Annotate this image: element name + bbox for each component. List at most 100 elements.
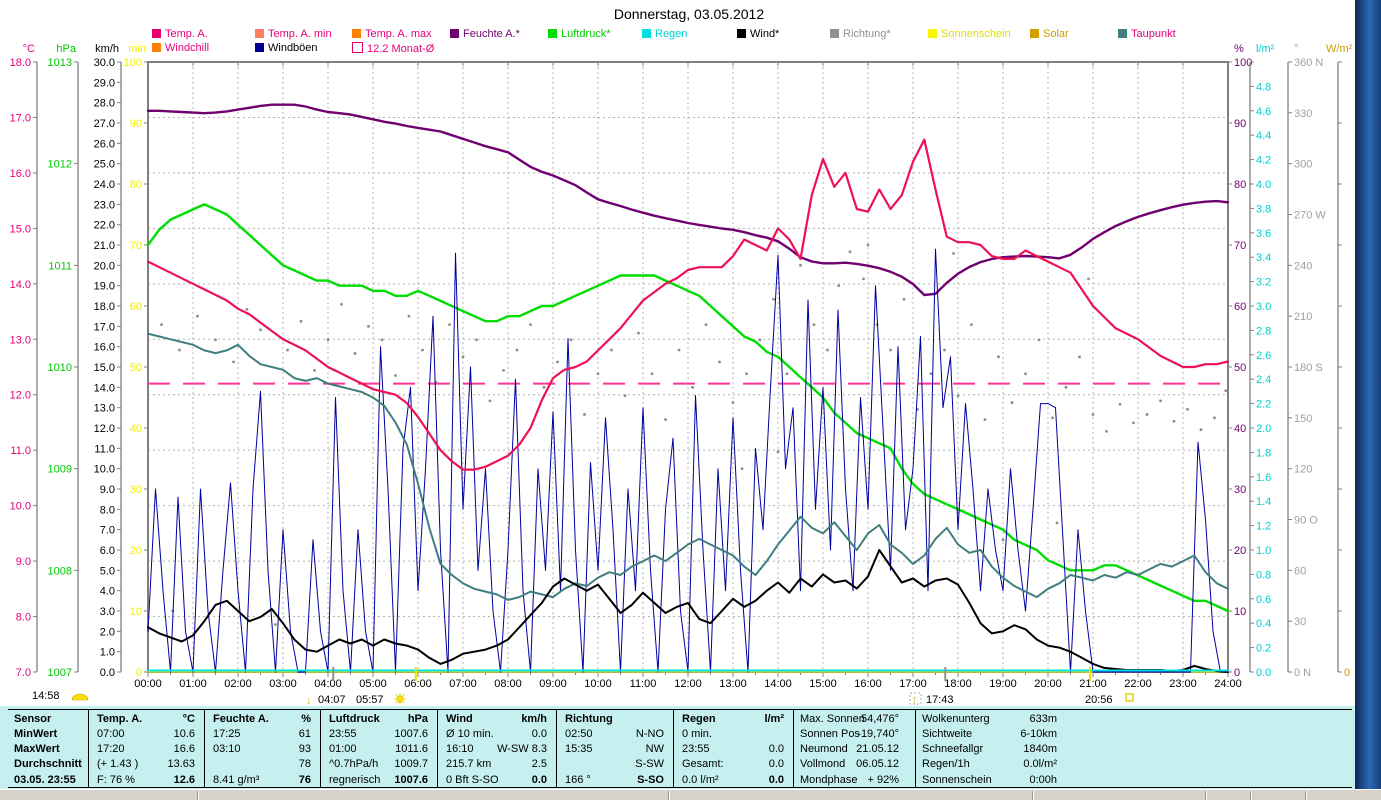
temp-a-min-swatch-icon [255, 29, 264, 38]
svg-text:1.8: 1.8 [1256, 447, 1271, 459]
svg-text:20:00: 20:00 [1034, 678, 1062, 690]
svg-text:4.4: 4.4 [1256, 130, 1271, 142]
status-bar-divider [197, 791, 199, 800]
legend-item-windb-en[interactable]: Windböen [255, 42, 318, 54]
legend-label: Wind* [750, 28, 780, 40]
legend-label: Windböen [268, 42, 318, 54]
legend-item-solar[interactable]: Solar [1030, 28, 1069, 40]
svg-text:13:00: 13:00 [719, 678, 747, 690]
svg-text:330: 330 [1294, 108, 1312, 120]
table-value: S-SW [635, 758, 664, 770]
table-grid-line [437, 709, 438, 788]
svg-text:W/m²: W/m² [1326, 43, 1353, 55]
svg-text:1007: 1007 [48, 667, 72, 679]
svg-text:11:00: 11:00 [630, 678, 657, 690]
legend-item-richtung[interactable]: Richtung* [830, 28, 891, 40]
regen-swatch-icon [642, 29, 651, 38]
legend-item-windchill[interactable]: Windchill [152, 42, 209, 54]
table-value: 0.0 [531, 728, 547, 740]
desktop-background [1355, 0, 1381, 789]
svg-text:4.0: 4.0 [100, 586, 115, 598]
svg-text:1.2: 1.2 [1256, 521, 1271, 533]
svg-text:17:00: 17:00 [899, 678, 927, 690]
legend-label: 12.2 Monat-Ø [367, 43, 435, 55]
legend-label: Windchill [165, 42, 210, 54]
svg-text:21:00: 21:00 [1079, 678, 1107, 690]
legend-item-luftdruck[interactable]: Luftdruck* [548, 28, 611, 40]
legend-item-regen[interactable]: Regen [642, 28, 687, 40]
table-grid-line [204, 709, 205, 788]
svg-text:150: 150 [1294, 413, 1312, 425]
legend-item-sonnenschein[interactable]: Sonnenschein [928, 28, 1011, 40]
svg-text:8.0: 8.0 [100, 504, 115, 516]
table-value: + 92% [867, 774, 900, 786]
table-grid-line [793, 709, 794, 788]
svg-text:1.0: 1.0 [100, 647, 115, 659]
svg-text:1.4: 1.4 [1256, 496, 1271, 508]
series-windb-en [147, 248, 1229, 673]
svg-text:18:00: 18:00 [944, 678, 972, 690]
column-unit: hPa [407, 713, 428, 725]
svg-text:4.8: 4.8 [1256, 81, 1271, 93]
svg-text:120: 120 [1294, 464, 1312, 476]
table-value: 1007.6 [394, 774, 428, 786]
svg-text:10.0: 10.0 [10, 501, 31, 513]
table-value: 0:00h [1029, 774, 1057, 786]
svg-text:27.0: 27.0 [94, 118, 115, 130]
svg-text:16.0: 16.0 [94, 342, 115, 354]
svg-text:3.6: 3.6 [1256, 228, 1271, 240]
svg-text:1010: 1010 [48, 362, 72, 374]
solar-swatch-icon [1030, 29, 1039, 38]
svg-text:3.8: 3.8 [1256, 203, 1271, 215]
table-value: 1007.6 [394, 728, 428, 740]
svg-text:17.0: 17.0 [94, 321, 115, 333]
page-title: Donnerstag, 03.05.2012 [613, 6, 765, 22]
svg-text:23:00: 23:00 [1169, 678, 1197, 690]
svg-text:6.0: 6.0 [100, 545, 115, 557]
svg-text:16:00: 16:00 [854, 678, 882, 690]
svg-text:0.6: 0.6 [1256, 594, 1271, 606]
svg-text:°: ° [1294, 43, 1298, 55]
svg-text:2.2: 2.2 [1256, 399, 1271, 411]
table-value: 6-10km [1020, 728, 1057, 740]
table-value: 633m [1029, 713, 1057, 725]
svg-text:17:43: 17:43 [926, 694, 954, 706]
svg-text:50: 50 [1234, 362, 1246, 374]
status-bar-divider [668, 791, 670, 800]
svg-text:0.2: 0.2 [1256, 643, 1271, 655]
legend-item-wind[interactable]: Wind* [737, 28, 779, 40]
column-unit: % [301, 713, 311, 725]
legend-item-temp-a-min[interactable]: Temp. A. min [255, 28, 332, 40]
table-value: 06.05.12 [856, 758, 899, 770]
svg-text:hPa: hPa [56, 43, 76, 55]
table-value: NW [645, 743, 664, 755]
legend-item-feuchte-a[interactable]: Feuchte A.* [450, 28, 520, 40]
legend-item-12-2-monat[interactable]: 12.2 Monat-Ø [352, 42, 434, 55]
svg-text:1.6: 1.6 [1256, 472, 1271, 484]
svg-text:60: 60 [130, 301, 142, 313]
svg-text:00:00: 00:00 [134, 678, 162, 690]
legend-label: Temp. A. min [268, 28, 332, 40]
svg-text:3.2: 3.2 [1256, 277, 1271, 289]
svg-text:21.0: 21.0 [94, 240, 115, 252]
svg-text:60: 60 [1234, 301, 1246, 313]
svg-text:4.2: 4.2 [1256, 155, 1271, 167]
svg-text:12.0: 12.0 [10, 390, 31, 402]
legend-label: Temp. A. max [365, 28, 432, 40]
svg-text:24:00: 24:00 [1214, 678, 1242, 690]
table-value: N-NO [635, 728, 664, 740]
svg-text:13.0: 13.0 [10, 334, 31, 346]
legend-item-temp-a[interactable]: Temp. A. [152, 28, 208, 40]
svg-text:min: min [128, 43, 146, 55]
svg-text:24.0: 24.0 [94, 179, 115, 191]
svg-text:3.0: 3.0 [100, 606, 115, 618]
legend-item-taupunkt[interactable]: Taupunkt [1118, 28, 1176, 40]
legend-item-temp-a-max[interactable]: Temp. A. max [352, 28, 432, 40]
svg-text:30: 30 [130, 484, 142, 496]
svg-text:0.8: 0.8 [1256, 569, 1271, 581]
svg-text:22:00: 22:00 [1124, 678, 1152, 690]
svg-text:90: 90 [130, 118, 142, 130]
table-value: 1840m [1023, 743, 1057, 755]
legend-label: Luftdruck* [561, 28, 611, 40]
legend-label: Feuchte A.* [463, 28, 520, 40]
